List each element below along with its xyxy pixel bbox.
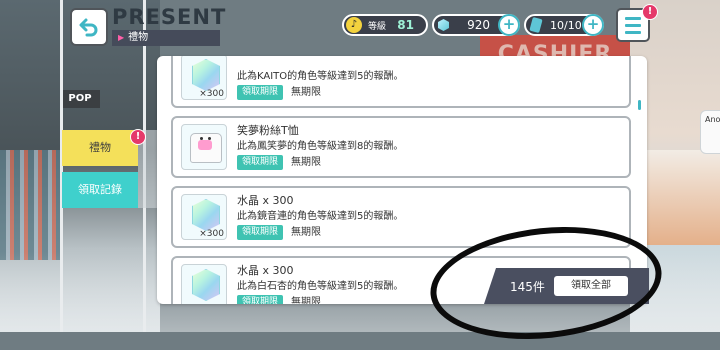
rank-label: 等級 — [368, 22, 387, 32]
gift-tab-badge: ! — [130, 129, 146, 145]
gift-description: 此為KAITO的角色等級達到5的報酬。 — [237, 71, 404, 82]
add-crystal-button[interactable]: + — [498, 14, 520, 36]
gift-limit: 無期限 — [291, 227, 321, 238]
scrollbar[interactable] — [638, 100, 641, 110]
gift-quantity: ×300 — [199, 229, 224, 239]
gift-description: 此為白石杏的角色等級達到5的報酬。 — [237, 281, 404, 292]
menu-notification-badge: ! — [642, 4, 658, 20]
gift-thumbnail: ×300 — [181, 194, 227, 240]
gift-limit: 無期限 — [291, 157, 321, 168]
claim-deadline-chip: 領取期限 — [237, 85, 284, 100]
ticket-icon — [529, 16, 543, 34]
claim-deadline-chip: 領取期限 — [237, 155, 284, 170]
page-header: PRESENT ▶ 禮物 — [112, 6, 226, 46]
tab-claim-history[interactable]: 領取記錄 — [62, 172, 138, 208]
ticket-display: 10/10 + — [524, 14, 604, 36]
side-card: Ano — [700, 110, 720, 154]
back-arrow-icon — [79, 18, 98, 37]
gift-limit: 無期限 — [291, 87, 321, 98]
crystal-display: 920 + — [432, 14, 520, 36]
gift-item[interactable]: ×300 此為KAITO的角色等級達到5的報酬。 領取期限 無期限 — [171, 56, 631, 108]
subtitle-text: 禮物 — [128, 32, 149, 43]
rank-value: 81 — [397, 18, 414, 32]
gift-quantity: ×300 — [199, 89, 224, 99]
back-button[interactable] — [70, 8, 108, 46]
claim-deadline-chip: 領取期限 — [237, 225, 284, 240]
gift-title: 笑夢粉絲T恤 — [237, 124, 299, 137]
page-subtitle: ▶ 禮物 — [112, 30, 220, 46]
pop-sign: POP — [60, 90, 100, 108]
tab-gifts[interactable]: 禮物 — [62, 130, 138, 166]
music-note-icon: ♪ — [346, 17, 362, 33]
crystal-value: 920 — [467, 18, 490, 32]
ticket-value: 10/10 — [550, 19, 582, 32]
menu-line — [625, 30, 641, 34]
cashier-counter — [640, 150, 720, 245]
tshirt-icon — [190, 133, 222, 163]
crystal-icon — [192, 59, 220, 91]
gift-description: 此為鏡音連的角色等級達到5的報酬。 — [237, 211, 404, 222]
divider-stripe — [60, 0, 63, 332]
add-ticket-button[interactable]: + — [582, 14, 604, 36]
crystal-icon — [438, 19, 449, 31]
gift-description: 此為鳳笑夢的角色等級達到8的報酬。 — [237, 141, 404, 152]
page-title: PRESENT — [112, 5, 227, 29]
crystal-icon — [192, 269, 220, 301]
gift-limit: 無期限 — [291, 297, 321, 304]
crystal-icon — [192, 199, 220, 231]
gift-thumbnail: ×300 — [181, 56, 227, 100]
store-shelf — [0, 150, 60, 260]
gift-thumbnail — [181, 264, 227, 304]
rank-display: ♪ 等級 81 — [342, 14, 428, 36]
claim-deadline-chip: 領取期限 — [237, 295, 284, 304]
gift-title: 水晶 x 300 — [237, 264, 294, 277]
menu-line — [625, 16, 641, 20]
triangle-icon: ▶ — [118, 33, 125, 42]
menu-line — [625, 23, 641, 27]
gift-title: 水晶 x 300 — [237, 194, 294, 207]
gift-thumbnail — [181, 124, 227, 170]
gift-item[interactable]: 笑夢粉絲T恤 此為鳳笑夢的角色等級達到8的報酬。 領取期限 無期限 — [171, 116, 631, 178]
